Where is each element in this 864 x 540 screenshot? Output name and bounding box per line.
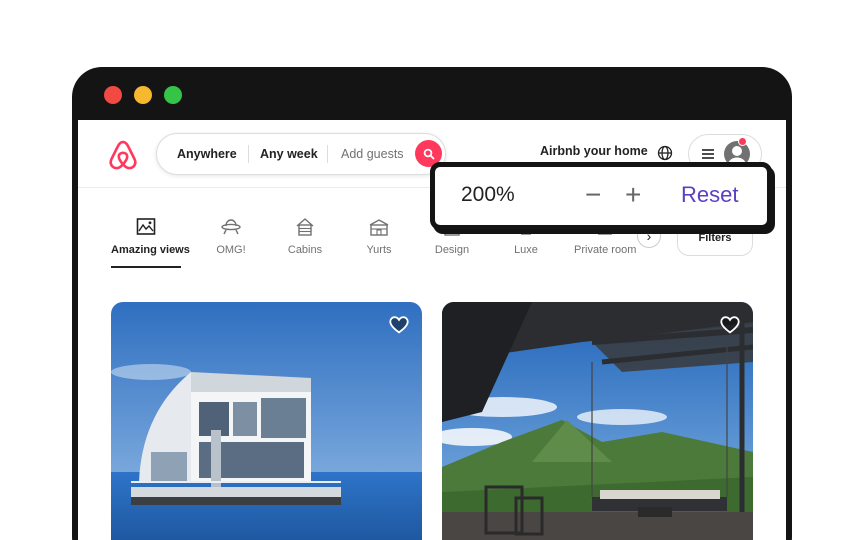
category-label: Yurts — [366, 244, 392, 256]
search-any-week[interactable]: Any week — [260, 134, 318, 174]
zoom-in-button[interactable]: + — [625, 175, 641, 215]
airbnb-your-home-link[interactable]: Airbnb your home — [540, 144, 648, 158]
divider — [327, 145, 328, 163]
listing-photo — [442, 302, 753, 540]
category-label: Design — [434, 244, 470, 256]
category-label: Cabins — [287, 244, 323, 256]
favorite-heart-icon[interactable] — [388, 314, 410, 336]
search-icon — [423, 148, 434, 159]
search-anywhere[interactable]: Anywhere — [177, 134, 237, 174]
category-cabins[interactable]: Cabins — [282, 216, 328, 256]
filters-label: Filters — [698, 232, 732, 244]
category-label: Amazing views — [111, 244, 190, 256]
ufo-icon — [221, 219, 241, 235]
zoom-popup: 200% − + Reset — [430, 162, 772, 230]
notification-badge — [738, 137, 747, 146]
active-category-indicator — [111, 266, 181, 268]
globe-icon[interactable] — [656, 144, 674, 162]
category-omg[interactable]: OMG! — [208, 216, 254, 256]
airbnb-logo[interactable] — [108, 140, 138, 172]
category-amazing-views[interactable]: Amazing views — [111, 216, 190, 256]
search-add-guests[interactable]: Add guests — [341, 134, 404, 174]
hamburger-menu-icon — [702, 149, 714, 159]
chevron-right-icon: › — [646, 228, 652, 244]
zoom-reset-button[interactable]: Reset — [681, 182, 738, 208]
listing-card[interactable] — [111, 302, 422, 540]
category-label: Luxe — [514, 244, 538, 256]
zoom-level: 200% — [461, 183, 515, 206]
yurt-icon — [369, 219, 389, 236]
category-label: Private room — [574, 244, 636, 256]
close-window-button[interactable] — [104, 86, 122, 104]
category-yurts[interactable]: Yurts — [356, 216, 402, 256]
category-label: OMG! — [216, 244, 246, 256]
minimize-window-button[interactable] — [134, 86, 152, 104]
amazing-views-icon — [136, 218, 156, 235]
search-bar[interactable]: Anywhere Any week Add guests — [156, 133, 446, 175]
divider — [248, 145, 249, 163]
cabin-icon — [296, 218, 314, 236]
favorite-heart-icon[interactable] — [719, 314, 741, 336]
zoom-out-button[interactable]: − — [585, 175, 601, 215]
maximize-window-button[interactable] — [164, 86, 182, 104]
listing-card[interactable] — [442, 302, 753, 540]
listing-photo — [111, 302, 422, 540]
